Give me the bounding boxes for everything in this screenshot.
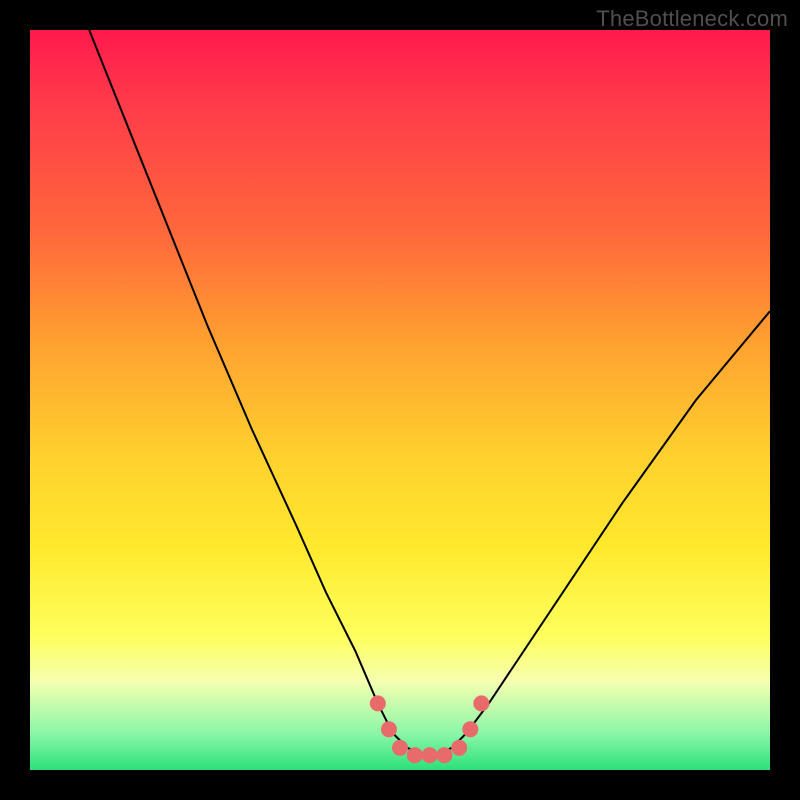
chart-svg [30,30,770,770]
chart-marker-dot [370,695,386,711]
chart-marker-dot [392,740,408,756]
chart-marker-dot [473,695,489,711]
chart-markers [370,695,490,763]
chart-marker-dot [422,747,438,763]
chart-plot-area [30,30,770,770]
chart-marker-dot [451,740,467,756]
chart-marker-dot [407,747,423,763]
bottleneck-curve [89,30,770,755]
watermark-text: TheBottleneck.com [596,6,788,32]
chart-marker-dot [462,721,478,737]
chart-marker-dot [381,721,397,737]
chart-marker-dot [436,747,452,763]
chart-frame: TheBottleneck.com [0,0,800,800]
